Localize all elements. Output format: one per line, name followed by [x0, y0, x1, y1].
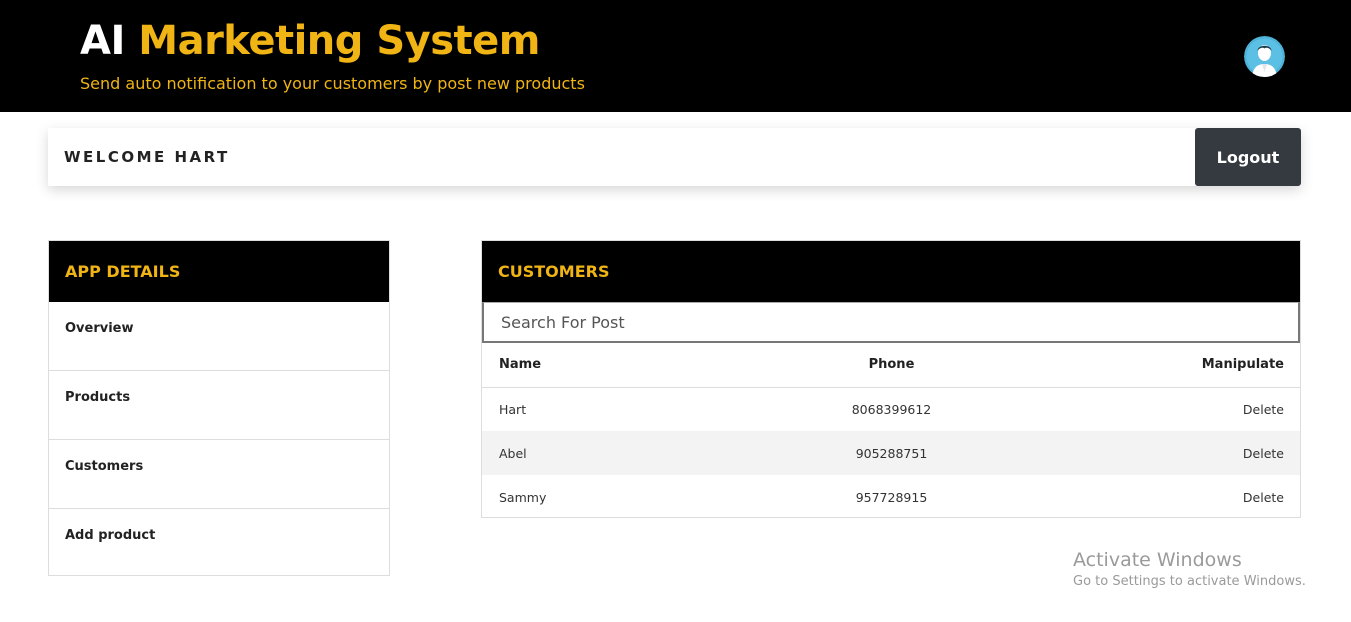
windows-activation-watermark: Activate Windows Go to Settings to activ…: [1073, 548, 1306, 592]
welcome-bar: WELCOME HART Logout: [48, 128, 1301, 186]
delete-button[interactable]: Delete: [1243, 402, 1284, 417]
column-header-phone: Phone: [755, 343, 1028, 388]
app-header: AI Marketing System Send auto notificati…: [0, 0, 1351, 112]
watermark-title: Activate Windows: [1073, 549, 1242, 571]
delete-button[interactable]: Delete: [1243, 446, 1284, 461]
welcome-message: WELCOME HART: [64, 148, 230, 166]
customer-name: Abel: [499, 445, 527, 461]
sidebar-item-add-product[interactable]: Add product: [49, 509, 389, 578]
column-header-manipulate: Manipulate: [1028, 343, 1300, 388]
customer-phone: 957728915: [855, 489, 928, 505]
app-subtitle: Send auto notification to your customers…: [80, 74, 585, 93]
table-row: Sammy 957728915 Delete: [482, 475, 1300, 519]
table-row: Hart 8068399612 Delete: [482, 387, 1300, 431]
customer-phone: 905288751: [855, 445, 928, 461]
delete-button[interactable]: Delete: [1243, 490, 1284, 505]
customers-table: Name Phone Manipulate Hart 8068399612 De…: [482, 343, 1300, 519]
table-header-row: Name Phone Manipulate: [482, 343, 1300, 388]
watermark-subtitle: Go to Settings to activate Windows.: [1073, 574, 1306, 589]
app-title-main: Marketing System: [138, 18, 540, 64]
customer-name: Sammy: [499, 489, 547, 505]
customer-phone: 8068399612: [851, 401, 932, 417]
column-header-name: Name: [482, 343, 755, 388]
customers-heading: CUSTOMERS: [482, 241, 1300, 302]
search-input[interactable]: [482, 302, 1300, 343]
logout-button[interactable]: Logout: [1195, 128, 1301, 186]
sidebar-item-overview[interactable]: Overview: [49, 302, 389, 371]
customer-name: Hart: [499, 401, 527, 417]
app-details-panel: APP DETAILS Overview Products Customers …: [48, 240, 390, 576]
customers-panel: CUSTOMERS Name Phone Manipulate Hart 806…: [481, 240, 1301, 518]
app-details-heading: APP DETAILS: [49, 241, 389, 302]
sidebar-item-products[interactable]: Products: [49, 371, 389, 440]
user-avatar-icon[interactable]: [1244, 36, 1285, 77]
app-title: AI Marketing System: [80, 16, 540, 66]
table-row: Abel 905288751 Delete: [482, 431, 1300, 475]
app-title-prefix: AI: [80, 18, 125, 64]
sidebar-item-customers[interactable]: Customers: [49, 440, 389, 509]
